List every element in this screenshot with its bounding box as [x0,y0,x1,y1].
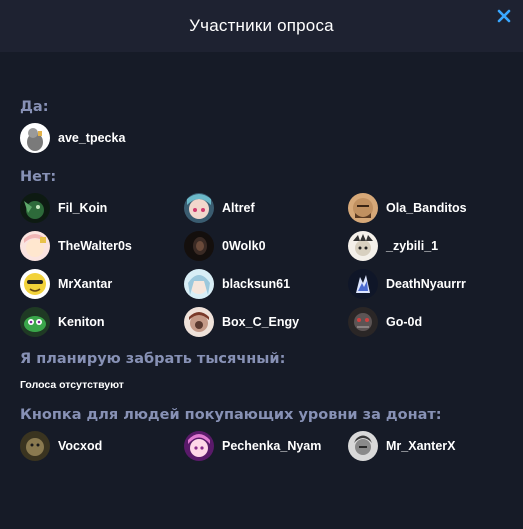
avatar [184,231,214,261]
avatar [184,431,214,461]
user-name: Fil_Koin [58,201,108,215]
user-list-yes: ave_tpecka [20,123,510,153]
user-name: ave_tpecka [58,131,126,145]
no-votes-note: Голоса отсутствуют [20,379,124,391]
user-item[interactable]: Fil_Koin [20,193,184,223]
section-title-no: Нет: [20,169,57,185]
user-name: Box_C_Engy [222,315,300,329]
user-name: Vocxod [58,439,103,453]
close-icon[interactable] [497,9,511,23]
avatar [20,431,50,461]
user-list-no: Fil_Koin Altref Ola_Banditos TheWalter0s… [20,193,510,337]
user-name: Keniton [58,315,105,329]
poll-participants-dialog: Участники опроса Да: ave_tpecka Нет: Fil… [0,0,523,529]
user-name: Pechenka_Nyam [222,439,322,453]
user-name: Altref [222,201,255,215]
section-title-donate-button: Кнопка для людей покупающих уровни за до… [20,407,442,423]
user-item[interactable]: Mr_XanterX [348,431,512,461]
user-name: Mr_XanterX [386,439,456,453]
dialog-title: Участники опроса [189,16,334,35]
user-item[interactable]: blacksun61 [184,269,348,299]
user-item[interactable]: Keniton [20,307,184,337]
user-item[interactable]: Altref [184,193,348,223]
user-item[interactable]: Pechenka_Nyam [184,431,348,461]
avatar [184,193,214,223]
avatar [184,307,214,337]
avatar [348,307,378,337]
avatar [348,193,378,223]
avatar [20,231,50,261]
user-name: 0Wolk0 [222,239,266,253]
user-item[interactable]: Ola_Banditos [348,193,512,223]
avatar [20,193,50,223]
avatar [20,269,50,299]
avatar [20,123,50,153]
dialog-content: Да: ave_tpecka Нет: Fil_Koin Altref Ola_… [20,96,510,461]
user-name: blacksun61 [222,277,291,291]
user-name: MrXantar [58,277,113,291]
user-name: Go-0d [386,315,423,329]
user-item[interactable]: ave_tpecka [20,123,184,153]
avatar [20,307,50,337]
user-item[interactable]: _zybili_1 [348,231,512,261]
section-title-thousandth: Я планирую забрать тысячный: [20,351,286,367]
user-item[interactable]: DeathNyaurrr [348,269,512,299]
avatar [348,431,378,461]
user-name: _zybili_1 [386,239,439,253]
avatar [348,231,378,261]
user-item[interactable]: TheWalter0s [20,231,184,261]
avatar [348,269,378,299]
section-title-yes: Да: [20,99,49,115]
avatar [184,269,214,299]
user-name: TheWalter0s [58,239,132,253]
user-name: DeathNyaurrr [386,277,466,291]
user-item[interactable]: MrXantar [20,269,184,299]
user-item[interactable]: 0Wolk0 [184,231,348,261]
dialog-header: Участники опроса [0,0,523,52]
user-item[interactable]: Go-0d [348,307,512,337]
user-item[interactable]: Vocxod [20,431,184,461]
user-name: Ola_Banditos [386,201,467,215]
user-list-donate-button: Vocxod Pechenka_Nyam Mr_XanterX [20,431,510,461]
user-item[interactable]: Box_C_Engy [184,307,348,337]
